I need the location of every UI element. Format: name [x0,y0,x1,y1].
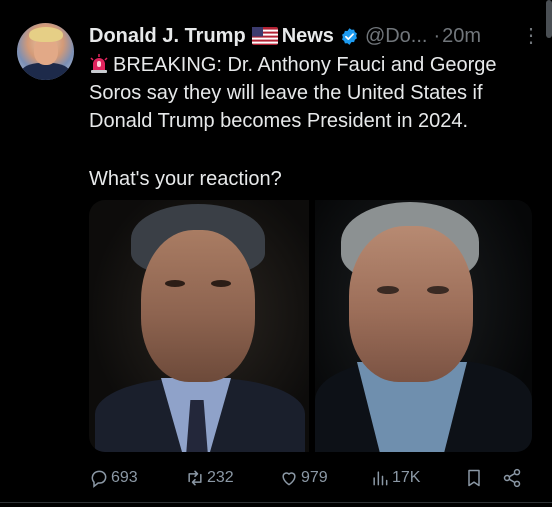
tweet-card[interactable]: Donald J. Trump News @Do... · 20m ⋮ BREA… [0,0,552,507]
more-options-icon[interactable]: ⋮ [521,23,541,49]
reply-count: 693 [111,469,138,486]
views-chart-icon [373,471,388,486]
tweet-header: Donald J. Trump News @Do... · 20m ⋮ [89,23,549,49]
divider [0,502,552,503]
author-name-suffix[interactable]: News [282,23,334,49]
heart-icon [282,472,296,486]
reply-button[interactable]: 693 [89,466,138,490]
views-button[interactable]: 17K [370,466,420,490]
retweet-icon [188,470,202,486]
author-avatar[interactable] [17,23,74,80]
photo-fauci[interactable] [89,200,309,452]
action-bar: 693 232 979 17K [89,466,529,490]
tweet-timestamp[interactable]: 20m [442,23,481,49]
separator-dot: · [433,25,441,47]
us-flag-icon [251,27,278,45]
siren-icon [90,54,108,73]
retweet-button[interactable]: 232 [185,466,234,490]
share-icon [503,468,521,488]
bookmark-button[interactable] [464,466,486,490]
verified-badge-icon [341,27,357,45]
like-count: 979 [301,469,328,486]
author-name[interactable]: Donald J. Trump [89,23,246,49]
bookmark-icon [468,469,480,487]
reply-icon [91,470,107,488]
retweet-count: 232 [207,469,234,486]
author-handle[interactable]: @Do... [365,23,428,49]
photo-soros[interactable] [315,200,532,452]
views-count: 17K [392,469,421,486]
tweet-media[interactable] [89,200,532,452]
tweet-question: What's your reaction? [89,168,282,190]
breaking-text: BREAKING: Dr. Anthony Fauci and George S… [89,54,497,132]
share-button[interactable] [502,466,524,490]
like-button[interactable]: 979 [279,466,328,490]
tweet-body: BREAKING: Dr. Anthony Fauci and George S… [89,51,529,135]
